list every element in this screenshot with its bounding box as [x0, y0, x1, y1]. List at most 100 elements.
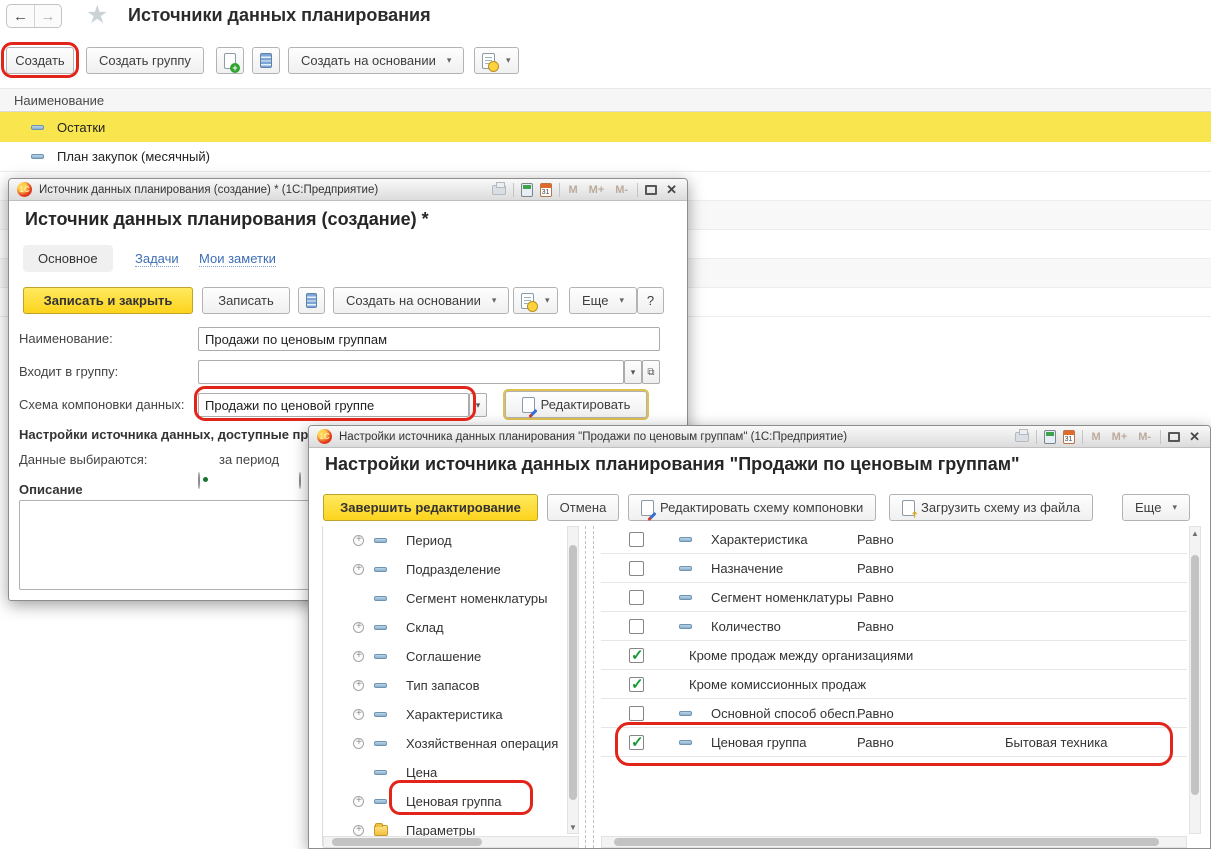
list-settings-button[interactable] — [298, 287, 325, 314]
tree-item-characteristic[interactable]: Характеристика — [323, 700, 563, 729]
cancel-button[interactable]: Отмена — [547, 494, 619, 521]
scroll-thumb[interactable] — [1191, 555, 1199, 795]
schema-dropdown-button[interactable]: ▾ — [469, 393, 487, 417]
condition-row[interactable]: Характеристика Равно — [601, 525, 1187, 554]
scroll-thumb[interactable] — [332, 838, 482, 846]
checkbox[interactable] — [629, 619, 644, 634]
maximize-button[interactable] — [1168, 432, 1180, 442]
tree-item-agreement[interactable]: Соглашение — [323, 642, 563, 671]
checkbox-checked[interactable] — [629, 648, 644, 663]
table-row[interactable]: План закупок (месячный) — [0, 142, 1211, 172]
favorite-star-icon[interactable]: ★ — [86, 0, 108, 30]
group-dropdown-button[interactable]: ▾ — [624, 360, 642, 384]
table-row[interactable]: Остатки — [0, 112, 1211, 142]
close-button[interactable]: ✕ — [1187, 429, 1202, 445]
save-button[interactable]: Записать — [202, 287, 290, 314]
load-schema-from-file-button[interactable]: Загрузить схему из файла — [889, 494, 1093, 521]
report-button[interactable] — [474, 47, 519, 74]
tree-horizontal-scrollbar[interactable] — [323, 836, 579, 848]
condition-row[interactable]: Кроме продаж между организациями — [601, 641, 1187, 670]
more-button[interactable]: Еще — [569, 287, 637, 314]
column-header-name[interactable]: Наименование — [0, 88, 1211, 112]
condition-row[interactable]: Назначение Равно — [601, 554, 1187, 583]
create-group-button[interactable]: Создать группу — [86, 47, 204, 74]
calculator-icon[interactable] — [521, 183, 533, 197]
print-icon[interactable] — [492, 185, 506, 195]
radio-for-period[interactable] — [198, 472, 200, 489]
memory-m-button[interactable]: M — [1090, 431, 1103, 443]
condition-row-price-group[interactable]: Ценовая группа Равно Бытовая техника — [601, 728, 1187, 757]
scroll-down-arrow[interactable]: ▼ — [567, 823, 579, 832]
create-button[interactable]: Создать — [6, 47, 74, 74]
expand-icon[interactable] — [353, 680, 364, 691]
tree-item-warehouse[interactable]: Склад — [323, 613, 563, 642]
tab-main[interactable]: Основное — [23, 245, 113, 272]
back-button[interactable]: ← — [7, 5, 34, 27]
expand-icon[interactable] — [353, 825, 364, 836]
memory-mminus-button[interactable]: M- — [613, 184, 630, 196]
conditions-vertical-scrollbar[interactable]: ▲ — [1189, 526, 1201, 834]
expand-icon[interactable] — [353, 709, 364, 720]
scroll-thumb[interactable] — [569, 545, 577, 800]
memory-mplus-button[interactable]: M+ — [1110, 431, 1130, 443]
conditions-horizontal-scrollbar[interactable] — [601, 836, 1187, 848]
tab-tasks[interactable]: Задачи — [135, 251, 179, 267]
checkbox-checked[interactable] — [629, 677, 644, 692]
group-input[interactable] — [198, 360, 624, 384]
expand-icon[interactable] — [353, 651, 364, 662]
tree-item-business-operation[interactable]: Хозяйственная операция — [323, 729, 573, 758]
checkbox-checked[interactable] — [629, 735, 644, 750]
more-button[interactable]: Еще — [1122, 494, 1190, 521]
print-icon[interactable] — [1015, 432, 1029, 442]
copy-item-button[interactable] — [216, 47, 244, 74]
memory-mplus-button[interactable]: M+ — [587, 184, 607, 196]
calendar-icon[interactable]: 31 — [540, 183, 552, 197]
expand-icon[interactable] — [353, 738, 364, 749]
expand-icon[interactable] — [353, 564, 364, 575]
forward-button[interactable]: → — [34, 5, 61, 27]
expand-icon[interactable] — [353, 622, 364, 633]
tree-item-price[interactable]: Цена — [323, 758, 563, 787]
scroll-thumb[interactable] — [614, 838, 1159, 846]
tree-item-stock-type[interactable]: Тип запасов — [323, 671, 563, 700]
condition-row[interactable]: Количество Равно — [601, 612, 1187, 641]
edit-composition-schema-button[interactable]: Редактировать схему компоновки — [628, 494, 876, 521]
dialog1-titlebar[interactable]: 1С Источник данных планирования (создани… — [9, 179, 687, 201]
close-button[interactable]: ✕ — [664, 182, 679, 198]
radio-second-option[interactable] — [299, 472, 301, 489]
save-and-close-button[interactable]: Записать и закрыть — [23, 287, 193, 314]
help-button[interactable]: ? — [637, 287, 664, 314]
dialog2-titlebar[interactable]: 1С Настройки источника данных планирован… — [309, 426, 1210, 448]
create-based-on-button[interactable]: Создать на основании — [333, 287, 509, 314]
memory-m-button[interactable]: M — [567, 184, 580, 196]
checkbox[interactable] — [629, 590, 644, 605]
calculator-icon[interactable] — [1044, 430, 1056, 444]
list-settings-button[interactable] — [252, 47, 280, 74]
edit-schema-button[interactable]: Редактировать — [505, 391, 647, 418]
checkbox[interactable] — [629, 532, 644, 547]
memory-mminus-button[interactable]: M- — [1136, 431, 1153, 443]
condition-row[interactable]: Сегмент номенклатуры Равно — [601, 583, 1187, 612]
calendar-icon[interactable]: 31 — [1063, 430, 1075, 444]
report-button[interactable] — [513, 287, 558, 314]
scroll-up-arrow[interactable]: ▲ — [1189, 529, 1201, 538]
tree-item-price-group[interactable]: Ценовая группа — [323, 787, 563, 816]
condition-row[interactable]: Основной способ обесп... Равно — [601, 699, 1187, 728]
group-open-button[interactable]: ⧉ — [642, 360, 660, 384]
tree-item-segment[interactable]: Сегмент номенклатуры — [323, 584, 563, 613]
tree-vertical-scrollbar[interactable]: ▼ — [567, 526, 579, 834]
tab-my-notes[interactable]: Мои заметки — [199, 251, 276, 267]
name-input[interactable]: Продажи по ценовым группам — [198, 327, 660, 351]
expand-icon[interactable] — [353, 535, 364, 546]
create-based-on-button[interactable]: Создать на основании — [288, 47, 464, 74]
schema-input[interactable]: Продажи по ценовой группе — [198, 393, 469, 417]
pane-splitter[interactable] — [593, 526, 594, 848]
tree-item-period[interactable]: Период — [323, 526, 563, 555]
tree-item-department[interactable]: Подразделение — [323, 555, 563, 584]
pane-splitter[interactable] — [585, 526, 586, 848]
maximize-button[interactable] — [645, 185, 657, 195]
finish-editing-button[interactable]: Завершить редактирование — [323, 494, 538, 521]
checkbox[interactable] — [629, 706, 644, 721]
checkbox[interactable] — [629, 561, 644, 576]
expand-icon[interactable] — [353, 796, 364, 807]
